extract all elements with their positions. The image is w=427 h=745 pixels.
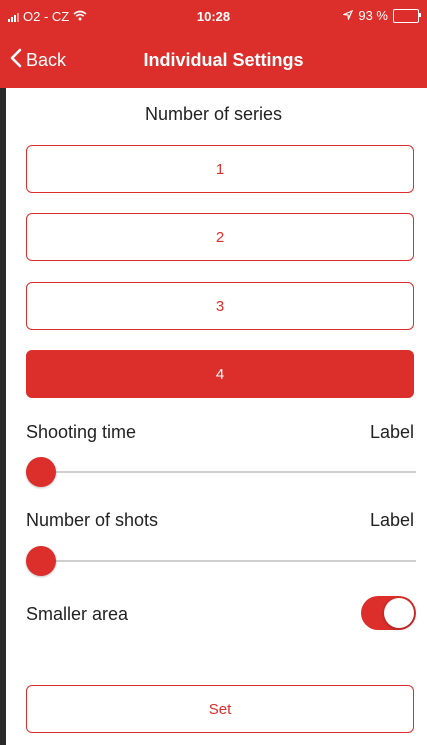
series-option-4[interactable]: 4 [26,350,414,398]
set-button[interactable]: Set [26,685,414,733]
smaller-area-toggle[interactable] [361,596,416,630]
page-title: Individual Settings [143,50,304,70]
shooting-time-label: Shooting time [26,422,137,442]
navigation-bar: Back Individual Settings [0,40,427,80]
location-arrow-icon [342,8,354,23]
toggle-knob [384,598,414,628]
status-bar: O2 - CZ 10:28 93 % [0,0,427,34]
number-of-shots-slider[interactable] [26,545,416,577]
shooting-time-value-label: Label [369,422,414,442]
series-option-1[interactable]: 1 [26,145,414,193]
series-option-2[interactable]: 2 [26,213,414,261]
left-edge-divider [0,88,6,745]
battery-percent: 93 % [358,8,388,23]
series-section-title: Number of series [144,104,283,124]
battery-icon [393,8,421,23]
slider-thumb[interactable] [26,546,56,576]
series-option-3[interactable]: 3 [26,282,414,330]
slider-track [26,471,416,473]
slider-thumb[interactable] [26,457,56,487]
top-bar: O2 - CZ 10:28 93 % Back Individual Setti… [0,0,427,88]
shooting-time-slider[interactable] [26,456,416,488]
smaller-area-label: Smaller area [26,604,129,624]
slider-track [26,560,416,562]
number-of-shots-label: Number of shots [26,510,159,530]
status-right: 93 % [342,8,421,23]
number-of-shots-value-label: Label [369,510,414,530]
